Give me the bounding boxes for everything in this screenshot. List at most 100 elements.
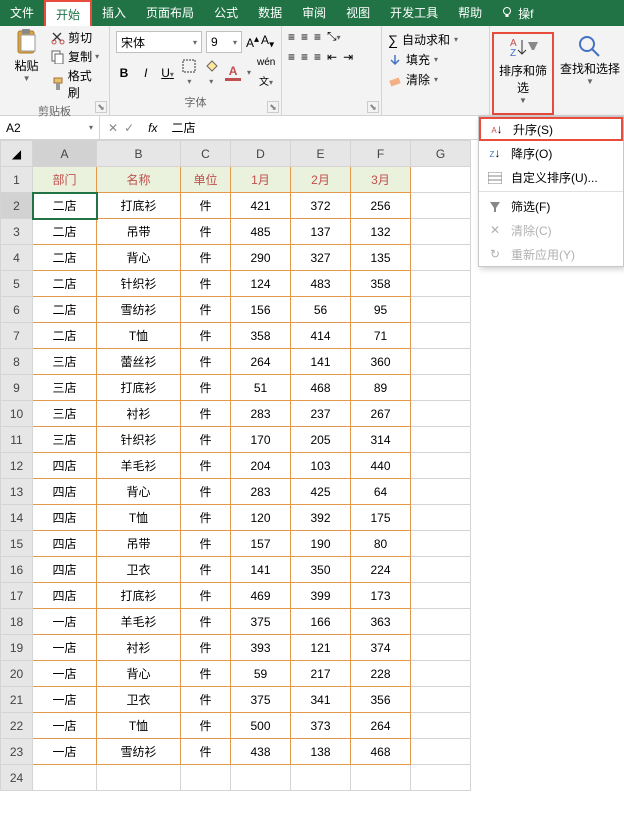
cell[interactable]: 141 — [291, 349, 351, 375]
cell[interactable] — [411, 297, 471, 323]
cell[interactable]: T恤 — [97, 323, 181, 349]
cell[interactable]: 一店 — [33, 635, 97, 661]
cell[interactable]: 237 — [291, 401, 351, 427]
cell[interactable]: 283 — [231, 401, 291, 427]
cell[interactable]: 141 — [231, 557, 291, 583]
cell[interactable]: 314 — [351, 427, 411, 453]
cell[interactable]: 背心 — [97, 479, 181, 505]
font-launcher[interactable]: ⬊ — [267, 101, 279, 113]
cell[interactable] — [411, 479, 471, 505]
row-header-4[interactable]: 4 — [1, 245, 33, 271]
menu-formulas[interactable]: 公式 — [204, 0, 248, 26]
cell[interactable] — [411, 765, 471, 791]
increase-font-button[interactable]: A▴ — [246, 34, 259, 50]
cell[interactable]: 打底衫 — [97, 583, 181, 609]
fx-icon[interactable]: fx — [142, 121, 163, 135]
font-size-select[interactable]: 9▾ — [206, 31, 242, 53]
cell[interactable]: 170 — [231, 427, 291, 453]
cell[interactable]: 吊带 — [97, 219, 181, 245]
formatpainter-button[interactable]: 格式刷 — [51, 67, 103, 101]
cell[interactable]: 264 — [231, 349, 291, 375]
cell[interactable] — [411, 661, 471, 687]
cell[interactable]: 205 — [291, 427, 351, 453]
cell[interactable]: 425 — [291, 479, 351, 505]
font-color-button[interactable]: A — [225, 64, 241, 81]
sort-asc-item[interactable]: A↓升序(S) — [479, 117, 623, 141]
cell[interactable]: 421 — [231, 193, 291, 219]
menu-data[interactable]: 数据 — [248, 0, 292, 26]
cell[interactable]: 二店 — [33, 271, 97, 297]
menu-help[interactable]: 帮助 — [448, 0, 492, 26]
cell[interactable]: 414 — [291, 323, 351, 349]
cell[interactable]: 雪纺衫 — [97, 297, 181, 323]
cell[interactable] — [411, 583, 471, 609]
cell[interactable]: 485 — [231, 219, 291, 245]
cell[interactable] — [231, 765, 291, 791]
cell[interactable]: 500 — [231, 713, 291, 739]
cell[interactable] — [411, 193, 471, 219]
cell[interactable]: 363 — [351, 609, 411, 635]
bold-button[interactable]: B — [116, 66, 132, 80]
clear-button[interactable]: 清除▾ — [388, 71, 483, 88]
cell[interactable]: 衬衫 — [97, 401, 181, 427]
cell[interactable]: 483 — [291, 271, 351, 297]
row-header-8[interactable]: 8 — [1, 349, 33, 375]
cell[interactable]: T恤 — [97, 713, 181, 739]
cell[interactable]: 350 — [291, 557, 351, 583]
col-header-A[interactable]: A — [33, 141, 97, 167]
cell[interactable]: 204 — [231, 453, 291, 479]
cell[interactable]: 二店 — [33, 297, 97, 323]
row-header-16[interactable]: 16 — [1, 557, 33, 583]
cell[interactable]: 三店 — [33, 349, 97, 375]
menu-insert[interactable]: 插入 — [92, 0, 136, 26]
cell[interactable]: 件 — [181, 245, 231, 271]
cell[interactable] — [411, 453, 471, 479]
row-header-5[interactable]: 5 — [1, 271, 33, 297]
border-button[interactable]: ▾ — [181, 58, 197, 87]
cell[interactable]: 124 — [231, 271, 291, 297]
cell[interactable] — [411, 167, 471, 193]
cell[interactable]: 121 — [291, 635, 351, 661]
formula-value[interactable]: 二店 — [163, 119, 203, 136]
cell[interactable] — [351, 765, 411, 791]
fill-color-button[interactable]: ▾ — [203, 58, 219, 87]
menu-view[interactable]: 视图 — [336, 0, 380, 26]
cell[interactable] — [411, 427, 471, 453]
cell[interactable]: 356 — [351, 687, 411, 713]
cell[interactable]: 156 — [231, 297, 291, 323]
align-middle-button[interactable]: ≡ — [301, 30, 308, 44]
cell[interactable]: 件 — [181, 583, 231, 609]
cell[interactable]: 166 — [291, 609, 351, 635]
cell[interactable]: 三店 — [33, 375, 97, 401]
cell[interactable]: 吊带 — [97, 531, 181, 557]
cell[interactable]: 件 — [181, 271, 231, 297]
cell[interactable]: 264 — [351, 713, 411, 739]
decrease-font-button[interactable]: A▾ — [261, 33, 274, 50]
cell[interactable]: 件 — [181, 687, 231, 713]
cell[interactable]: 针织衫 — [97, 271, 181, 297]
cell[interactable]: 228 — [351, 661, 411, 687]
cell[interactable]: 件 — [181, 193, 231, 219]
cell[interactable]: 175 — [351, 505, 411, 531]
col-header-C[interactable]: C — [181, 141, 231, 167]
cell[interactable]: 四店 — [33, 453, 97, 479]
menu-pagelayout[interactable]: 页面布局 — [136, 0, 204, 26]
cut-button[interactable]: 剪切 — [51, 29, 103, 46]
fill-button[interactable]: 填充▾ — [388, 51, 483, 68]
align-top-button[interactable]: ≡ — [288, 30, 295, 44]
cell[interactable] — [411, 609, 471, 635]
cell[interactable]: 件 — [181, 609, 231, 635]
cell[interactable]: 468 — [291, 375, 351, 401]
cell[interactable]: 290 — [231, 245, 291, 271]
font-name-select[interactable]: 宋体▾ — [116, 31, 202, 53]
col-header-G[interactable]: G — [411, 141, 471, 167]
cell[interactable] — [411, 245, 471, 271]
cell[interactable]: 135 — [351, 245, 411, 271]
cell[interactable]: 80 — [351, 531, 411, 557]
cell[interactable]: 打底衫 — [97, 375, 181, 401]
row-header-22[interactable]: 22 — [1, 713, 33, 739]
cell[interactable]: 四店 — [33, 531, 97, 557]
cell[interactable]: 327 — [291, 245, 351, 271]
increase-indent-button[interactable]: ⇥ — [343, 50, 353, 64]
cell[interactable]: 360 — [351, 349, 411, 375]
